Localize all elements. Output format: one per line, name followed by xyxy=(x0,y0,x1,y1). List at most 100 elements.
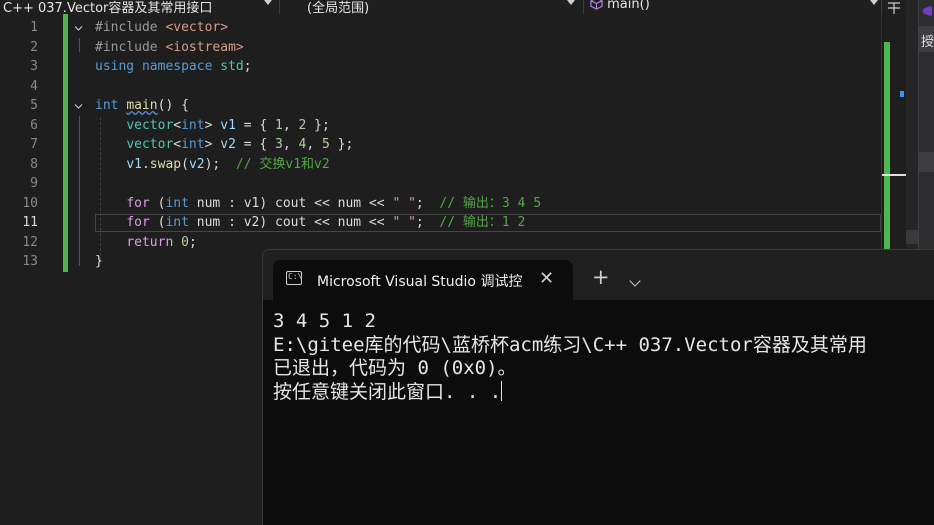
code-token: 3 xyxy=(275,137,283,152)
code-token: 5 xyxy=(322,137,330,152)
code-text: } xyxy=(95,252,103,272)
scrollbar-find-marker xyxy=(900,91,904,97)
terminal-tab-bar: C:\ Microsoft Visual Studio 调试控 ✕ + xyxy=(263,250,934,300)
code-token: <vector> xyxy=(165,20,229,35)
code-line[interactable]: 6 vector<int> v1 = { 1, 2 }; xyxy=(0,116,880,136)
line-number: 8 xyxy=(30,156,38,172)
code-token: v1 xyxy=(126,156,142,172)
vs-logo-icon xyxy=(921,2,933,16)
code-text: #include <vector> xyxy=(95,18,228,38)
code-token: }; xyxy=(329,137,354,152)
code-token: v2 xyxy=(220,137,236,152)
code-token: #include xyxy=(95,20,166,35)
code-token: int xyxy=(165,215,189,230)
divider xyxy=(279,0,280,14)
close-icon[interactable]: ✕ xyxy=(539,268,554,289)
code-token: " " xyxy=(392,215,416,230)
code-token: std xyxy=(220,59,244,74)
code-token: num : v2) cout << num << xyxy=(188,215,393,230)
chevron-down-icon[interactable] xyxy=(567,0,575,5)
code-token: swap xyxy=(149,156,182,172)
code-token: int xyxy=(95,98,127,113)
code-token: for xyxy=(126,215,150,230)
code-token: , xyxy=(282,137,299,152)
code-token: ( xyxy=(149,215,166,230)
code-token: () { xyxy=(157,98,189,113)
code-token: ( xyxy=(149,195,166,211)
scope-label: (全局范围) xyxy=(307,1,370,14)
code-token: }; xyxy=(306,117,330,133)
code-token: // 交换v1和v2 xyxy=(235,156,330,172)
output-line: 3 4 5 1 2 xyxy=(273,310,376,332)
divider xyxy=(881,0,882,14)
member-label: main() xyxy=(607,0,650,12)
side-tab[interactable]: 授 xyxy=(919,26,934,52)
code-token: v2 xyxy=(188,156,205,172)
code-token: int xyxy=(165,195,189,211)
line-number: 13 xyxy=(22,254,38,269)
line-number: 3 xyxy=(30,59,38,74)
code-token: 0 xyxy=(181,234,189,250)
code-token: < xyxy=(173,117,182,133)
line-number: 1 xyxy=(30,20,38,35)
project-name: C++ 037.Vector容器及其常用接口 xyxy=(3,1,213,14)
side-tab-label: 授 xyxy=(921,35,934,50)
code-token: v1 xyxy=(220,117,236,133)
debug-console-window[interactable]: C:\ Microsoft Visual Studio 调试控 ✕ + 3 4 … xyxy=(262,249,934,525)
code-line[interactable]: 9 xyxy=(0,174,880,194)
tab-title: Microsoft Visual Studio 调试控 xyxy=(317,274,523,290)
code-token: , xyxy=(306,137,323,152)
terminal-tab[interactable]: C:\ Microsoft Visual Studio 调试控 ✕ xyxy=(273,260,573,300)
console-icon: C:\ xyxy=(286,271,302,285)
code-line[interactable]: 2 #include <iostream> xyxy=(0,38,880,58)
code-token: = { xyxy=(235,137,276,152)
line-number: 6 xyxy=(30,117,38,133)
line-number: 12 xyxy=(22,234,38,250)
split-window-icon[interactable] xyxy=(887,0,901,14)
chevron-down-icon[interactable] xyxy=(870,0,878,5)
line-number: 5 xyxy=(30,98,38,113)
code-line[interactable]: 3 using namespace std; xyxy=(0,57,880,77)
divider xyxy=(583,0,584,14)
line-number: 9 xyxy=(30,176,38,191)
line-number: 11 xyxy=(22,215,38,230)
code-line[interactable]: 8 v1.swap(v2); // 交换v1和v2 xyxy=(0,155,880,175)
member-dropdown[interactable]: main() xyxy=(590,0,650,14)
code-token: num : v1) cout << num << xyxy=(188,195,393,211)
navigation-bar: C++ 037.Vector容器及其常用接口 (全局范围) main() xyxy=(0,0,934,14)
code-token: , xyxy=(282,117,299,133)
chevron-down-icon[interactable] xyxy=(264,0,272,5)
new-tab-button[interactable]: + xyxy=(592,267,610,288)
code-text: using namespace std; xyxy=(95,57,252,77)
line-number: 10 xyxy=(22,195,38,211)
output-line: 已退出，代码为 0 (0x0)。 xyxy=(273,357,517,379)
code-text: for (int num : v2) cout << num << " "; /… xyxy=(95,213,525,233)
code-line[interactable]: 10 for (int num : v1) cout << num << " "… xyxy=(0,194,880,214)
code-token: ; xyxy=(415,215,440,230)
chevron-down-icon[interactable] xyxy=(629,275,641,287)
code-token: < xyxy=(173,137,182,152)
code-token: <iostream> xyxy=(165,39,244,55)
output-line: E:\gitee库的代码\蓝桥杯acm练习\C++ 037.Vector容器及其… xyxy=(273,333,867,356)
code-token: main xyxy=(126,98,158,113)
code-token: #include xyxy=(95,39,166,55)
code-token: // 输出：1 2 xyxy=(439,215,526,230)
code-line[interactable]: 1 #include <vector> xyxy=(0,18,880,38)
code-line[interactable]: 7 vector<int> v2 = { 3, 4, 5 }; xyxy=(0,135,880,155)
code-line[interactable]: 5 int main() { xyxy=(0,96,880,116)
scope-dropdown[interactable]: (全局范围) xyxy=(307,0,369,14)
code-token: ( xyxy=(181,156,189,172)
code-token: ; xyxy=(415,195,440,211)
code-text: vector<int> v1 = { 1, 2 }; xyxy=(95,116,330,136)
project-dropdown[interactable]: C++ 037.Vector容器及其常用接口 xyxy=(3,0,212,14)
code-token: . xyxy=(141,156,150,172)
code-token: = { xyxy=(235,117,276,133)
code-line[interactable]: 11 for (int num : v2) cout << num << " "… xyxy=(0,213,880,233)
code-line[interactable]: 4 xyxy=(0,77,880,97)
cube-icon xyxy=(590,0,603,10)
code-token: for xyxy=(126,195,150,211)
output-line: 按任意键关闭此窗口. . . xyxy=(273,380,502,403)
